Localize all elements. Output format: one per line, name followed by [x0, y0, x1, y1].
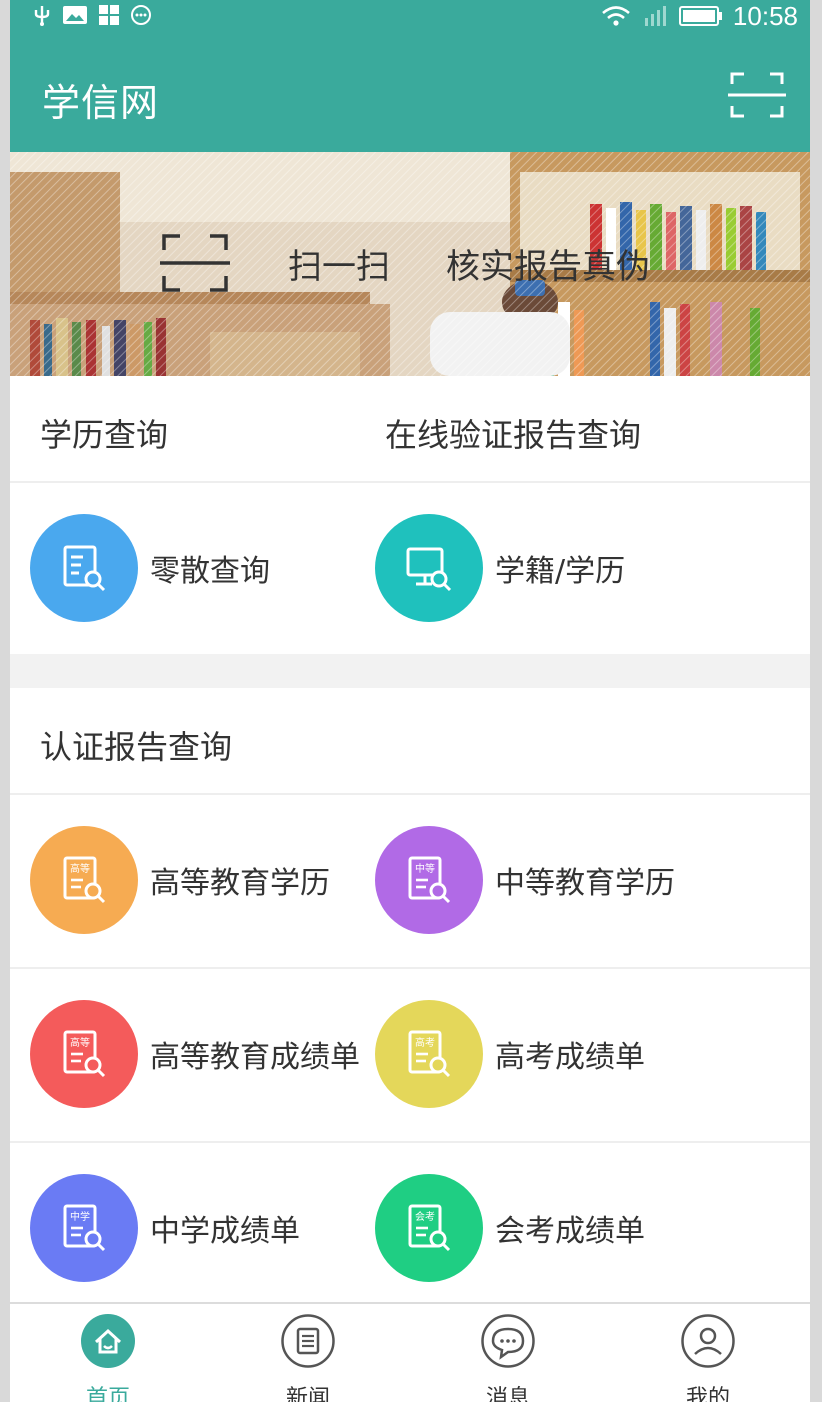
- tile-label: 会考成绩单: [495, 1214, 645, 1249]
- news-icon: [281, 1314, 335, 1368]
- home-icon: [81, 1314, 135, 1368]
- section-separator: [10, 654, 810, 688]
- signal-icon: [644, 6, 666, 26]
- certificate-search-icon: 中学: [30, 1174, 138, 1282]
- message-icon: [481, 1314, 535, 1368]
- tab-messages[interactable]: 消息: [448, 1314, 568, 1402]
- tile-label: 零散查询: [150, 554, 270, 589]
- bottom-tab-bar: 首页 新闻 消息 我的: [10, 1302, 810, 1402]
- badge-text: 高考: [415, 1036, 435, 1049]
- badge-text: 高等: [70, 1036, 90, 1049]
- doc-search-icon: [30, 514, 138, 622]
- scan-icon[interactable]: [728, 70, 786, 120]
- tile-higher-edu-transcript[interactable]: 高等 高等教育成绩单: [30, 1000, 360, 1108]
- tile-middle-school-transcript[interactable]: 中学 中学成绩单: [30, 1174, 300, 1282]
- tile-huikao-transcript[interactable]: 会考 会考成绩单: [375, 1174, 645, 1282]
- app-screen: 10:58 学信网 扫一扫 核实报告真伪 学历查询 在线验证报告查询 零散查询 …: [10, 0, 810, 1402]
- tile-label: 高考成绩单: [495, 1040, 645, 1075]
- app-title: 学信网: [42, 81, 160, 125]
- tab-profile[interactable]: 我的: [648, 1314, 768, 1402]
- tile-secondary-edu-degree[interactable]: 中等 中等教育学历: [375, 826, 675, 934]
- certificate-search-icon: 高等: [30, 1000, 138, 1108]
- badge-text: 会考: [415, 1210, 435, 1223]
- tile-label: 中学成绩单: [150, 1214, 300, 1249]
- certificate-search-icon: 高考: [375, 1000, 483, 1108]
- banner-scan-icon: [160, 234, 230, 292]
- status-time: 10:58: [732, 0, 798, 31]
- section-title-online-verify[interactable]: 在线验证报告查询: [385, 410, 641, 456]
- usb-icon: [34, 6, 50, 26]
- tab-news[interactable]: 新闻: [248, 1314, 368, 1402]
- tile-scattered-query[interactable]: 零散查询: [30, 514, 270, 622]
- banner-verify-text: 核实报告真伪: [446, 246, 650, 287]
- badge-text: 中等: [415, 862, 435, 875]
- wifi-icon: [602, 6, 630, 26]
- tile-enrollment-education[interactable]: 学籍/学历: [375, 514, 625, 622]
- certificate-search-icon: 高等: [30, 826, 138, 934]
- scan-banner[interactable]: 扫一扫 核实报告真伪: [10, 152, 810, 376]
- profile-icon: [681, 1314, 735, 1368]
- banner-scan-row[interactable]: 扫一扫 核实报告真伪: [160, 232, 650, 294]
- divider: [10, 967, 810, 969]
- divider: [10, 481, 810, 483]
- badge-text: 中学: [70, 1210, 90, 1223]
- more-circle-icon: [131, 5, 151, 25]
- battery-icon: [678, 6, 722, 26]
- tile-label: 高等教育成绩单: [150, 1040, 360, 1075]
- banner-scan-text: 扫一扫: [288, 246, 390, 287]
- certificate-search-icon: 会考: [375, 1174, 483, 1282]
- tab-label: 首页: [85, 1386, 130, 1402]
- divider: [10, 793, 810, 795]
- tile-label: 高等教育学历: [150, 866, 330, 901]
- tab-label: 消息: [485, 1386, 530, 1402]
- app-header: 学信网: [10, 32, 810, 152]
- image-icon: [63, 6, 87, 24]
- tile-label: 中等教育学历: [495, 866, 675, 901]
- divider: [10, 1141, 810, 1143]
- tile-gaokao-transcript[interactable]: 高考 高考成绩单: [375, 1000, 645, 1108]
- certificate-search-icon: 中等: [375, 826, 483, 934]
- status-bar: 10:58: [10, 0, 810, 32]
- section-title-education-query[interactable]: 学历查询: [40, 410, 168, 456]
- apps-icon: [99, 5, 119, 25]
- tab-home[interactable]: 首页: [48, 1314, 168, 1402]
- tab-label: 新闻: [285, 1386, 330, 1402]
- badge-text: 高等: [70, 862, 90, 875]
- tile-label: 学籍/学历: [495, 554, 626, 589]
- tile-higher-edu-degree[interactable]: 高等 高等教育学历: [30, 826, 330, 934]
- monitor-search-icon: [375, 514, 483, 622]
- tab-label: 我的: [685, 1386, 730, 1402]
- section-title-cert-report: 认证报告查询: [40, 728, 233, 766]
